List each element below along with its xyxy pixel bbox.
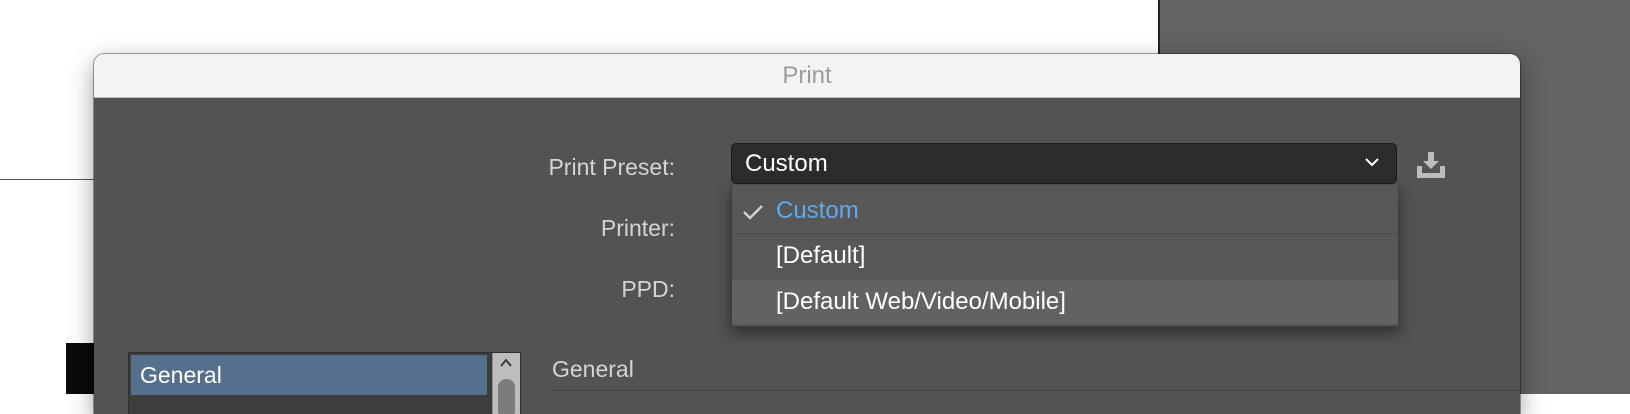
category-list: General <box>128 352 521 414</box>
chevron-down-icon <box>1365 158 1379 167</box>
menu-item-label: [Default] <box>776 242 866 269</box>
printer-label: Printer: <box>600 215 675 241</box>
document-black-shape <box>66 343 96 394</box>
save-preset-icon[interactable] <box>1414 150 1448 180</box>
ppd-label: PPD: <box>621 276 675 302</box>
print-preset-select[interactable]: Custom <box>731 143 1397 184</box>
dialog-titlebar[interactable]: Print <box>94 54 1520 98</box>
menu-item-default-web-video-mobile[interactable]: [Default Web/Video/Mobile] <box>732 280 1398 324</box>
scroll-up-arrow-icon[interactable] <box>498 357 514 369</box>
menu-item-custom[interactable]: Custom <box>732 189 1398 233</box>
dialog-title: Print <box>782 61 832 89</box>
print-preset-dropdown-menu: Custom [Default] [Default Web/Video/Mobi… <box>731 185 1399 327</box>
print-preset-label: Print Preset: <box>548 154 675 180</box>
scrollbar-thumb[interactable] <box>498 379 515 414</box>
menu-item-default[interactable]: [Default] <box>732 234 1398 278</box>
section-divider <box>552 390 1520 391</box>
category-item-general[interactable]: General <box>131 355 487 395</box>
print-preset-value: Custom <box>745 149 828 177</box>
checkmark-icon <box>743 205 763 220</box>
print-dialog: Print Print Preset: Printer: PPD: Custom… <box>94 54 1520 414</box>
section-title: General <box>552 356 634 382</box>
menu-item-label: Custom <box>776 197 859 224</box>
category-item-label: General <box>140 361 222 388</box>
category-list-scrollbar[interactable] <box>492 353 520 414</box>
menu-item-label: [Default Web/Video/Mobile] <box>776 288 1066 315</box>
